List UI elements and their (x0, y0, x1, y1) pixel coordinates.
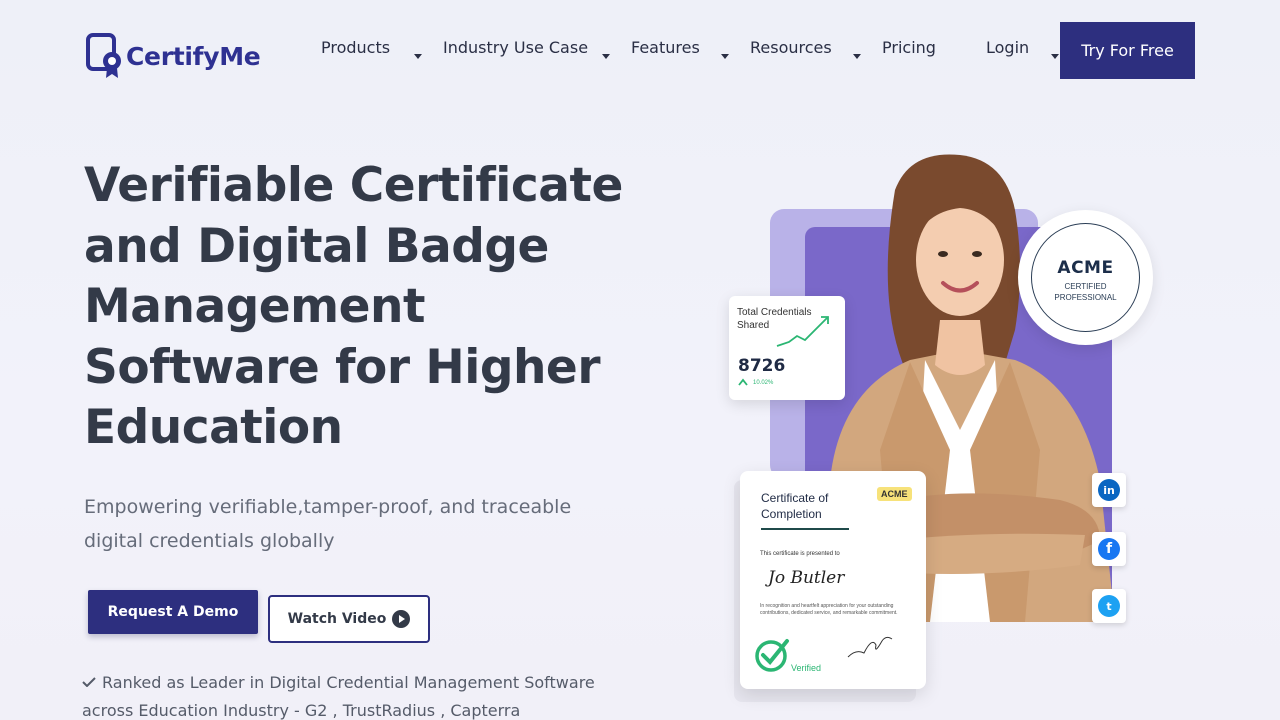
linkedin-icon: in (1098, 479, 1120, 501)
badge-subtitle-2: PROFESSIONAL (1054, 293, 1117, 302)
try-for-free-button[interactable]: Try For Free (1060, 22, 1195, 79)
hero-subtitle: Empowering verifiable,tamper-proof, and … (84, 496, 572, 552)
badge-subtitle-1: CERTIFIED (1064, 282, 1107, 291)
verified-label: Verified (791, 663, 822, 673)
signature-image (847, 636, 893, 658)
chevron-down-icon[interactable] (721, 54, 729, 59)
badge-title: ACME (1057, 258, 1114, 278)
trend-graph-icon (776, 316, 829, 347)
nav-pricing[interactable]: Pricing (882, 38, 936, 57)
total-credentials-card: Total Credentials Shared 8726 10.02% (729, 296, 845, 400)
acme-certified-badge: ACME CERTIFIED PROFESSIONAL (1018, 210, 1153, 345)
certificate-acme-tag: ACME (877, 487, 912, 501)
chevron-down-icon[interactable] (414, 54, 422, 59)
up-arrow-icon (738, 378, 748, 386)
certificate-description: In recognition and heartfelt appreciatio… (760, 603, 898, 616)
ranked-text: Ranked as Leader in Digital Credential M… (82, 673, 595, 720)
nav-resources[interactable]: Resources (750, 38, 832, 57)
request-demo-label: Request A Demo (107, 604, 239, 620)
check-icon (82, 677, 96, 687)
logo-text: CertifyMe (126, 41, 261, 71)
nav-industry-use-case[interactable]: Industry Use Case (443, 38, 588, 57)
request-demo-button[interactable]: Request A Demo (88, 590, 258, 634)
badge-ring: ACME CERTIFIED PROFESSIONAL (1031, 223, 1140, 332)
ranked-note: Ranked as Leader in Digital Credential M… (82, 669, 622, 720)
certificate-card: Certificate of Completion ACME This cert… (740, 471, 926, 689)
play-icon (392, 610, 411, 628)
certifyme-logo-icon (86, 33, 121, 78)
watch-video-button[interactable]: Watch Video (268, 595, 430, 643)
chevron-down-icon[interactable] (1051, 54, 1059, 59)
stat-change: 10.02% (753, 380, 774, 386)
twitter-button[interactable]: t (1092, 589, 1126, 623)
nav-login[interactable]: Login (986, 38, 1029, 57)
hero-title: Verifiable Certificate and Digital Badge… (84, 158, 623, 455)
stat-value: 8726 (738, 356, 786, 376)
linkedin-button[interactable]: in (1092, 473, 1126, 507)
certificate-recipient: Jo Butler (768, 568, 845, 588)
chevron-down-icon[interactable] (853, 54, 861, 59)
twitter-icon: t (1098, 595, 1120, 617)
verified-check-icon (755, 639, 789, 672)
facebook-icon: f (1098, 538, 1120, 560)
chevron-down-icon[interactable] (602, 54, 610, 59)
certificate-title: Certificate of Completion (761, 491, 829, 521)
certifyme-logo[interactable]: CertifyMe (86, 33, 261, 79)
certificate-presented: This certificate is presented to (760, 551, 840, 557)
certificate-divider (761, 528, 849, 530)
nav-features[interactable]: Features (631, 38, 700, 57)
nav-products[interactable]: Products (321, 38, 390, 57)
facebook-button[interactable]: f (1092, 532, 1126, 566)
watch-video-label: Watch Video (287, 611, 387, 627)
